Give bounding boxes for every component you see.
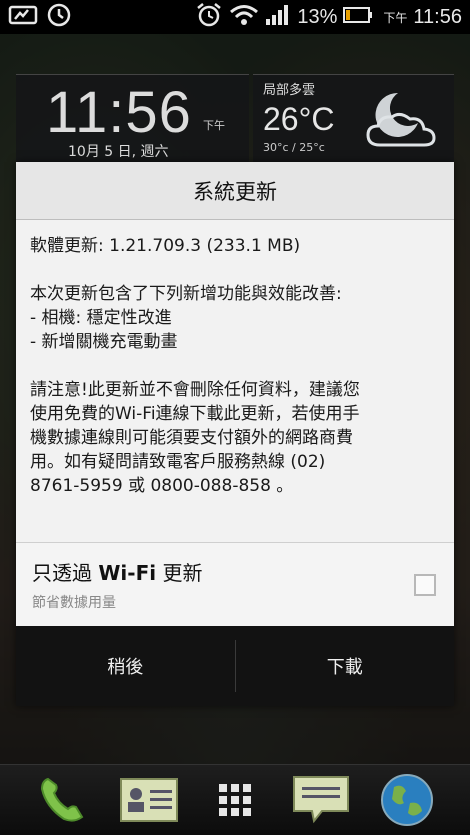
wifi-only-title: 只透過 Wi-Fi 更新 bbox=[32, 557, 202, 586]
status-time: 11:56 bbox=[413, 5, 462, 28]
wifi-only-option[interactable]: 只透過 Wi-Fi 更新 節省數據用量 bbox=[16, 542, 454, 626]
widget-ampm: 下午 bbox=[203, 119, 225, 132]
messages-icon[interactable] bbox=[291, 772, 351, 828]
wifi-only-title-suffix: 更新 bbox=[156, 561, 203, 585]
notice-line: 請注意!此更新並不會刪除任何資料，建議您 bbox=[30, 380, 360, 400]
version-line: 軟體更新: 1.21.709.3 (233.1 MB) bbox=[30, 236, 301, 256]
notice-line: 使用免費的Wi-Fi連線下載此更新，若使用手 bbox=[30, 404, 360, 424]
weather-condition: 局部多雲 bbox=[263, 83, 316, 98]
clock-panel[interactable]: 11:56 下午 10月 5 日, 週六 bbox=[16, 74, 249, 164]
alarm-icon bbox=[46, 2, 72, 32]
dialog-title: 系統更新 bbox=[16, 162, 454, 220]
alarm-clock-icon bbox=[195, 2, 223, 32]
phone-icon[interactable] bbox=[33, 772, 93, 828]
wifi-only-checkbox[interactable] bbox=[414, 574, 436, 596]
clock-weather-widget[interactable]: 11:56 下午 10月 5 日, 週六 局部多雲 26°C 30°c / 25… bbox=[16, 74, 454, 164]
system-update-dialog: 系統更新 軟體更新: 1.21.709.3 (233.1 MB) 本次更新包含了… bbox=[16, 162, 454, 706]
notice-line: 機數據連線則可能須要支付額外的網路商費 bbox=[30, 428, 353, 448]
feature-intro: 本次更新包含了下列新增功能與效能改善: bbox=[30, 284, 342, 304]
contacts-icon[interactable] bbox=[119, 772, 179, 828]
status-bar: 13% 下午 11:56 bbox=[0, 0, 470, 34]
globe-browser-icon[interactable] bbox=[377, 772, 437, 828]
screen-icon bbox=[8, 4, 38, 30]
battery-percent: 13% bbox=[297, 5, 338, 28]
home-dock bbox=[0, 764, 470, 835]
feature-item: - 新增關機充電動畫 bbox=[30, 332, 178, 352]
notice-line: 8761-5959 或 0800-088-858 。 bbox=[30, 476, 294, 496]
later-button[interactable]: 稍後 bbox=[16, 626, 235, 706]
feature-block: 本次更新包含了下列新增功能與效能改善: - 相機: 穩定性改進 - 新增關機充電… bbox=[30, 282, 440, 354]
dialog-button-bar: 稍後 下載 bbox=[16, 626, 454, 706]
signal-icon bbox=[265, 4, 291, 30]
notice-block: 請注意!此更新並不會刪除任何資料，建議您 使用免費的Wi-Fi連線下載此更新，若… bbox=[30, 378, 440, 498]
weather-temperature: 26°C bbox=[263, 101, 335, 137]
download-button[interactable]: 下載 bbox=[236, 626, 455, 706]
widget-time: 11:56 bbox=[46, 80, 192, 145]
status-ampm: 下午 bbox=[383, 10, 408, 25]
notice-line: 用。如有疑問請致電客戶服務熱線 (02) bbox=[30, 452, 326, 472]
widget-date: 10月 5 日, 週六 bbox=[68, 144, 169, 160]
apps-grid-icon[interactable] bbox=[205, 772, 265, 828]
feature-item: - 相機: 穩定性改進 bbox=[30, 308, 172, 328]
weather-panel[interactable]: 局部多雲 26°C 30°c / 25°c bbox=[253, 74, 454, 164]
weather-range: 30°c / 25°c bbox=[263, 141, 325, 154]
wifi-only-title-bold: Wi-Fi bbox=[98, 561, 157, 585]
wifi-icon bbox=[229, 3, 259, 31]
partly-cloudy-night-icon bbox=[360, 89, 442, 155]
wifi-only-title-prefix: 只透過 bbox=[32, 561, 99, 585]
dialog-body: 軟體更新: 1.21.709.3 (233.1 MB) 本次更新包含了下列新增功… bbox=[16, 220, 454, 542]
wifi-only-subtitle: 節省數據用量 bbox=[32, 595, 116, 611]
battery-icon bbox=[343, 6, 373, 28]
